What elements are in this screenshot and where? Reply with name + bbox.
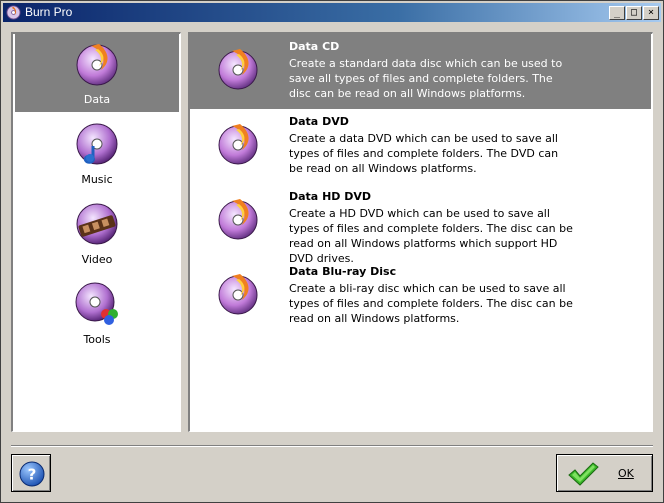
category-label: Data bbox=[83, 93, 111, 106]
data-bluray-icon bbox=[218, 274, 258, 315]
data-hd-dvd-icon bbox=[218, 199, 258, 240]
help-icon: ? bbox=[19, 461, 45, 487]
title-bar[interactable]: Burn Pro _ □ × bbox=[3, 3, 661, 22]
option-data-dvd[interactable]: Data DVD Create a data DVD which can be … bbox=[190, 109, 651, 184]
close-button[interactable]: × bbox=[643, 6, 659, 20]
ok-button[interactable]: OK bbox=[556, 454, 653, 492]
video-disc-icon bbox=[76, 203, 118, 245]
data-dvd-icon bbox=[218, 124, 258, 165]
data-disc-icon bbox=[76, 44, 118, 86]
option-description: Create a standard data disc which can be… bbox=[289, 57, 563, 100]
checkmark-icon bbox=[568, 462, 599, 486]
category-panel: Data Music Video Tools bbox=[11, 32, 181, 432]
minimize-button[interactable]: _ bbox=[609, 6, 625, 20]
category-video[interactable]: Video bbox=[15, 194, 179, 272]
option-title: Data Blu-ray Disc bbox=[289, 265, 397, 278]
option-title: Data DVD bbox=[289, 115, 349, 128]
data-cd-icon bbox=[218, 49, 258, 90]
category-label: Video bbox=[81, 253, 113, 266]
option-description: Create a data DVD which can be used to s… bbox=[289, 132, 559, 175]
app-window: Burn Pro _ □ × Data Music Video Tools Da… bbox=[0, 0, 664, 503]
option-description: Create a bli-ray disc which can be used … bbox=[289, 282, 573, 325]
option-panel: Data CD Create a standard data disc whic… bbox=[188, 32, 653, 432]
option-data-hd-dvd[interactable]: Data HD DVD Create a HD DVD which can be… bbox=[190, 184, 651, 265]
category-label: Music bbox=[81, 173, 113, 186]
tools-disc-icon bbox=[75, 282, 118, 325]
help-button[interactable]: ? bbox=[11, 454, 51, 492]
category-tools[interactable]: Tools bbox=[15, 274, 179, 352]
maximize-button[interactable]: □ bbox=[626, 6, 642, 20]
category-data[interactable]: Data bbox=[15, 34, 179, 112]
category-label: Tools bbox=[83, 333, 111, 346]
option-data-cd[interactable]: Data CD Create a standard data disc whic… bbox=[190, 34, 651, 109]
window-title: Burn Pro bbox=[25, 5, 73, 19]
option-data-bluray[interactable]: Data Blu-ray Disc Create a bli-ray disc … bbox=[190, 259, 651, 334]
option-title: Data CD bbox=[289, 40, 340, 53]
bottom-separator bbox=[11, 445, 653, 447]
burn-app-icon bbox=[6, 5, 21, 20]
ok-label: OK bbox=[618, 467, 634, 480]
help-glyph: ? bbox=[28, 466, 37, 484]
option-title: Data HD DVD bbox=[289, 190, 372, 203]
category-music[interactable]: Music bbox=[15, 114, 179, 192]
option-description: Create a HD DVD which can be used to sav… bbox=[289, 207, 573, 265]
music-disc-icon bbox=[76, 123, 118, 165]
